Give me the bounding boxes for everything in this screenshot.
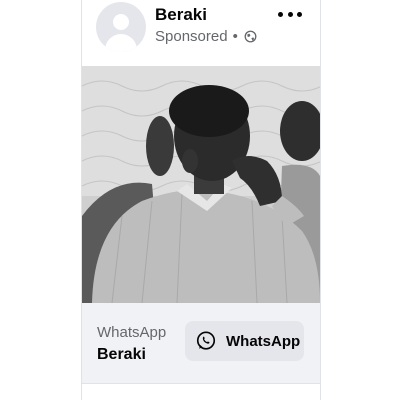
more-dots-icon[interactable] [278, 4, 302, 24]
cta-section: WhatsApp Beraki WhatsApp [82, 303, 320, 383]
whatsapp-button[interactable]: WhatsApp [185, 321, 304, 361]
post-photo-illustration [82, 66, 320, 303]
meta-separator: • [232, 28, 238, 45]
cta-title[interactable]: Beraki [97, 346, 146, 364]
post-image[interactable] [82, 66, 320, 303]
avatar-placeholder-body [105, 34, 137, 52]
globe-icon [244, 30, 257, 43]
sponsored-post-card: Beraki Sponsored • WhatsApp Beraki Whats… [81, 0, 321, 400]
divider [82, 383, 320, 384]
sponsored-label[interactable]: Sponsored [155, 28, 228, 45]
cta-source-label: WhatsApp [97, 324, 167, 341]
avatar[interactable] [96, 2, 146, 52]
avatar-placeholder-head [113, 14, 129, 30]
post-meta: Sponsored • [155, 28, 257, 45]
page-name[interactable]: Beraki [155, 5, 207, 25]
whatsapp-button-label: WhatsApp [226, 332, 301, 350]
whatsapp-icon [196, 331, 216, 350]
